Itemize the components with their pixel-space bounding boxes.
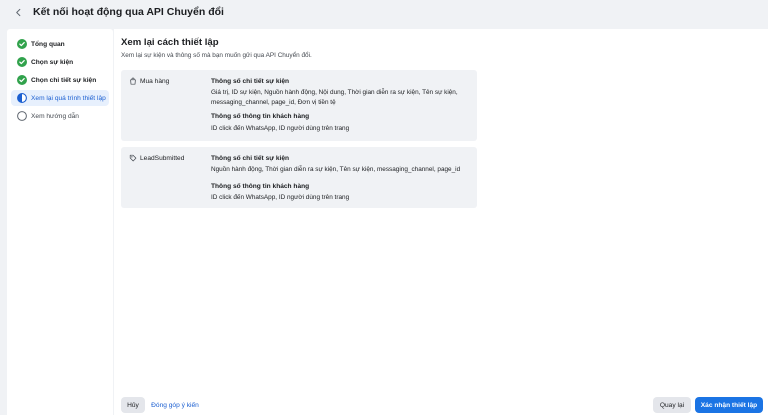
chevron-left-icon <box>15 8 20 16</box>
step-overview[interactable]: Tổng quan <box>11 36 109 52</box>
lead-tag-icon <box>129 154 137 162</box>
half-circle-progress-icon <box>17 93 27 103</box>
shopping-bag-icon <box>130 77 136 85</box>
section-subtitle: Xem lại sự kiện và thông số mà bạn muốn … <box>121 52 312 59</box>
main-panel: Xem lại cách thiết lập Xem lại sự kiện v… <box>114 29 768 415</box>
event-params-list: Nguồn hành động, Thời gian diễn ra sự ki… <box>211 166 461 173</box>
step-label: Xem lại quá trình thiết lập <box>31 94 106 102</box>
step-label: Chọn sự kiện <box>31 58 74 66</box>
customer-params-title: Thông số thông tin khách hàng <box>211 113 310 120</box>
back-arrow-button[interactable] <box>10 4 26 20</box>
event-name: Mua hàng <box>140 78 170 85</box>
step-review-setup[interactable]: Xem lại quá trình thiết lập <box>11 90 109 106</box>
step-choose-event-details[interactable]: Chọn chi tiết sự kiện <box>11 72 109 88</box>
event-params-title: Thông số chi tiết sự kiện <box>211 155 290 162</box>
step-choose-events[interactable]: Chọn sự kiện <box>11 54 109 70</box>
section-title: Xem lại cách thiết lập <box>121 37 219 48</box>
cancel-button[interactable]: Hủy <box>121 397 145 413</box>
step-label: Chọn chi tiết sự kiện <box>31 76 97 84</box>
check-circle-icon <box>17 75 27 85</box>
step-label: Xem hướng dẫn <box>31 112 79 120</box>
customer-params-list: ID click đến WhatsApp, ID người dùng trê… <box>211 125 350 132</box>
feedback-link[interactable]: Đóng góp ý kiến <box>150 397 200 413</box>
check-circle-icon <box>17 39 27 49</box>
empty-circle-icon <box>17 111 27 121</box>
customer-params-list: ID click đến WhatsApp, ID người dùng trê… <box>211 194 350 201</box>
back-button[interactable]: Quay lại <box>653 397 691 413</box>
event-card-purchase: Mua hàng Thông số chi tiết sự kiện Giá t… <box>121 70 477 141</box>
page-title: Kết nối hoạt động qua API Chuyển đổi <box>33 6 224 18</box>
top-bar: Kết nối hoạt động qua API Chuyển đổi <box>0 0 768 24</box>
confirm-setup-button[interactable]: Xác nhận thiết lập <box>695 397 763 413</box>
setup-steps-sidebar: Tổng quan Chọn sự kiện Chọn chi tiết sự … <box>7 29 113 415</box>
check-circle-icon <box>17 57 27 67</box>
event-name: LeadSubmitted <box>140 155 185 162</box>
step-view-guide[interactable]: Xem hướng dẫn <box>11 108 109 124</box>
step-label: Tổng quan <box>31 40 65 48</box>
event-card-lead-submitted: LeadSubmitted Thông số chi tiết sự kiện … <box>121 147 477 208</box>
customer-params-title: Thông số thông tin khách hàng <box>211 183 310 190</box>
event-params-list: Giá trị, ID sự kiện, Nguồn hành động, Nộ… <box>211 89 458 106</box>
event-params-title: Thông số chi tiết sự kiện <box>211 78 290 85</box>
